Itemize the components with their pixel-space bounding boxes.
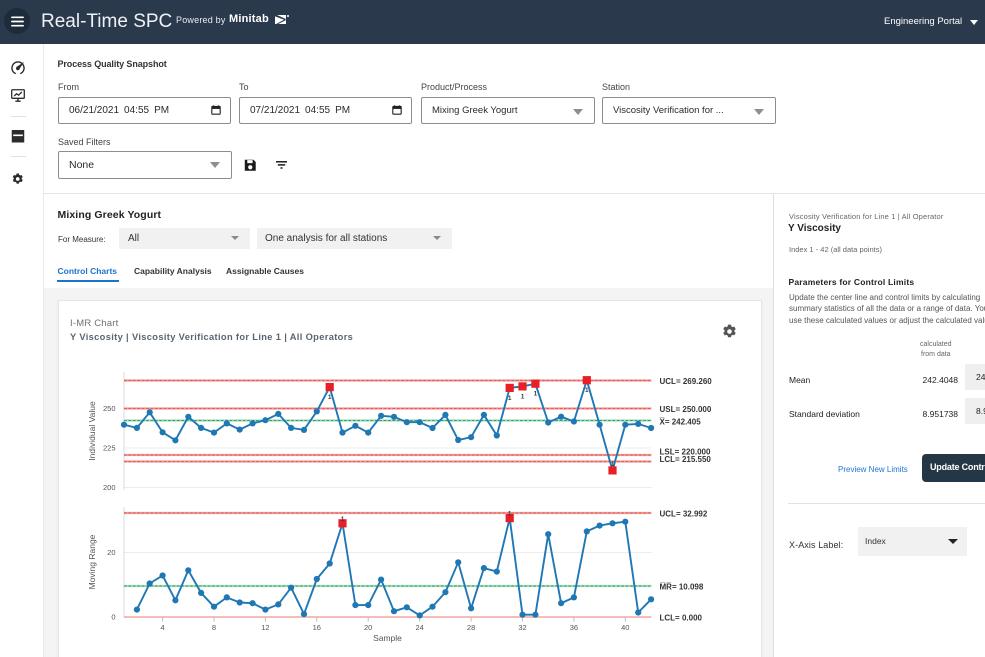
svg-text:M̅R̅= 10.098: M̅R̅= 10.098 bbox=[660, 583, 704, 592]
svg-text:1: 1 bbox=[534, 391, 538, 398]
svg-text:225: 225 bbox=[103, 444, 116, 453]
svg-text:LCL= 215.550: LCL= 215.550 bbox=[660, 455, 712, 464]
svg-text:Moving Range: Moving Range bbox=[87, 534, 97, 589]
svg-text:0: 0 bbox=[111, 613, 115, 622]
svg-text:USL= 250.000: USL= 250.000 bbox=[660, 405, 712, 414]
svg-text:4: 4 bbox=[161, 623, 165, 632]
svg-text:28: 28 bbox=[467, 623, 475, 632]
svg-text:24: 24 bbox=[416, 623, 424, 632]
svg-text:1: 1 bbox=[611, 461, 615, 468]
svg-text:12: 12 bbox=[261, 623, 269, 632]
svg-text:36: 36 bbox=[570, 623, 578, 632]
svg-text:200: 200 bbox=[103, 483, 116, 492]
svg-text:LCL= 0.000: LCL= 0.000 bbox=[660, 614, 703, 623]
svg-text:20: 20 bbox=[107, 548, 115, 557]
svg-text:20: 20 bbox=[364, 623, 372, 632]
svg-text:8: 8 bbox=[212, 623, 216, 632]
svg-text:40: 40 bbox=[621, 623, 629, 632]
svg-text:1: 1 bbox=[341, 516, 345, 523]
svg-text:32: 32 bbox=[518, 623, 526, 632]
svg-text:X̅= 242.405: X̅= 242.405 bbox=[659, 418, 701, 427]
svg-text:16: 16 bbox=[313, 623, 321, 632]
svg-text:UCL= 32.992: UCL= 32.992 bbox=[660, 510, 708, 519]
svg-text:1: 1 bbox=[508, 511, 512, 518]
svg-text:UCL= 269.260: UCL= 269.260 bbox=[660, 377, 713, 386]
svg-text:Individual Value: Individual Value bbox=[87, 401, 97, 461]
svg-text:1: 1 bbox=[585, 387, 589, 394]
svg-text:1: 1 bbox=[521, 393, 525, 400]
svg-text:1: 1 bbox=[328, 394, 332, 401]
svg-text:1: 1 bbox=[508, 395, 512, 402]
svg-text:Sample: Sample bbox=[373, 633, 402, 643]
svg-text:250: 250 bbox=[103, 404, 116, 413]
